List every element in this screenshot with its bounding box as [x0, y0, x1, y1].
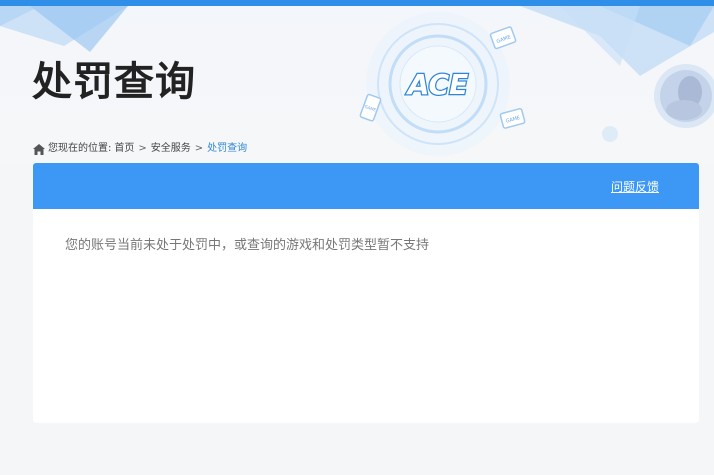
breadcrumb-security-link[interactable]: 安全服务 [151, 142, 191, 156]
breadcrumb: 您现在的位置: 首页 > 安全服务 > 处罚查询 [33, 142, 247, 156]
ace-logo-text: ACE [406, 68, 468, 101]
panel-header: 问题反馈 [33, 163, 699, 209]
breadcrumb-separator: > [194, 143, 204, 154]
home-icon [33, 143, 45, 155]
status-message: 您的账号当前未处于处罚中，或查询的游戏和处罚类型暂不支持 [65, 238, 430, 253]
ace-logo-icon: ACE [405, 67, 470, 103]
page-title: 处罚查询 [32, 59, 196, 105]
result-panel: 问题反馈 您的账号当前未处于处罚中，或查询的游戏和处罚类型暂不支持 [33, 163, 699, 423]
breadcrumb-label: 您现在的位置: [48, 143, 112, 154]
breadcrumb-separator: > [138, 143, 147, 154]
feedback-link[interactable]: 问题反馈 [611, 178, 659, 195]
panel-body: 您的账号当前未处于处罚中，或查询的游戏和处罚类型暂不支持 [33, 209, 699, 283]
breadcrumb-home-link[interactable]: 首页 [114, 142, 134, 156]
breadcrumb-current: 处罚查询 [207, 143, 248, 154]
